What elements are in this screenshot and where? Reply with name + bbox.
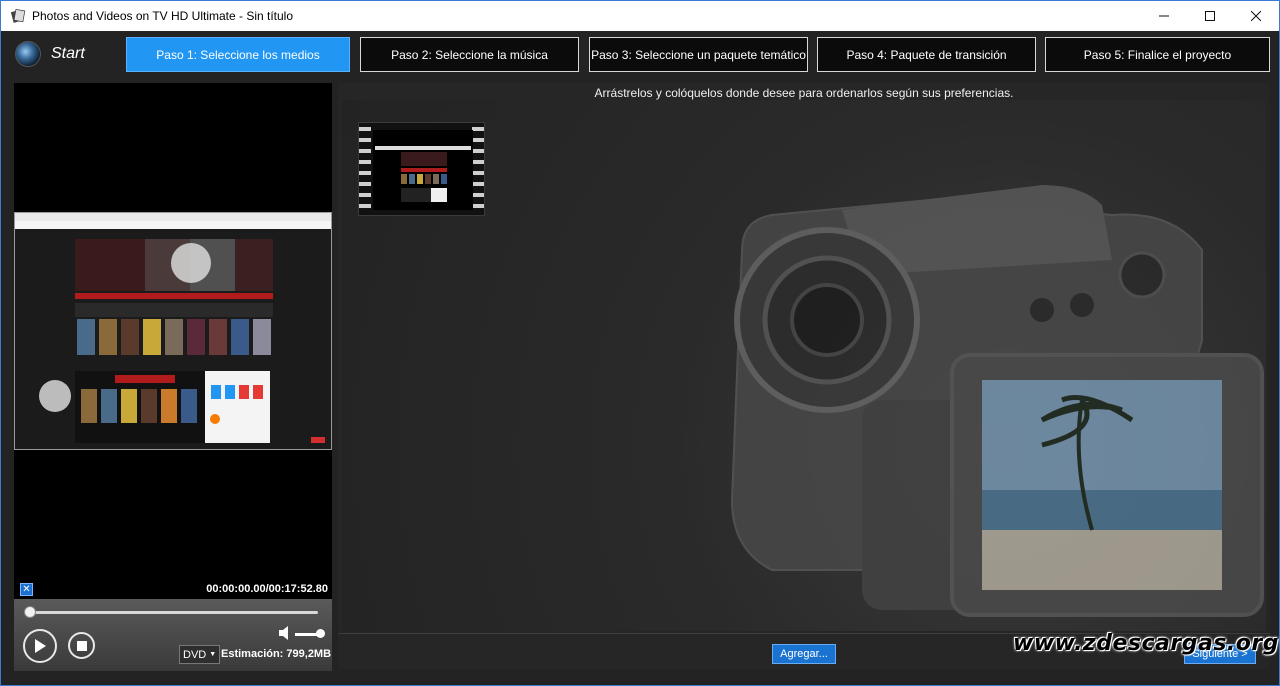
- play-button[interactable]: [23, 629, 57, 663]
- tab-step-4[interactable]: Paso 4: Paquete de transición: [817, 37, 1036, 72]
- chevron-down-icon: ▼: [209, 651, 217, 658]
- close-button[interactable]: [1233, 1, 1279, 31]
- stop-button[interactable]: [68, 632, 95, 659]
- add-media-label: Agregar...: [780, 648, 828, 660]
- title-bar: Photos and Videos on TV HD Ultimate - Si…: [0, 0, 1280, 31]
- volume-thumb[interactable]: [316, 629, 325, 638]
- step-5-label: Paso 5: Finalice el proyecto: [1083, 47, 1232, 62]
- start-logo-icon: [15, 41, 41, 67]
- step-2-label: Paso 2: Seleccione la música: [391, 47, 548, 62]
- fit-screen-icon[interactable]: ✕: [20, 583, 33, 596]
- tab-step-5[interactable]: Paso 5: Finalice el proyecto: [1045, 37, 1270, 72]
- preview-screenshot-image: [15, 213, 331, 449]
- minimize-button[interactable]: [1141, 1, 1187, 31]
- minimize-icon: [1159, 15, 1169, 17]
- size-estimate: Estimación: 799,2MB: [221, 648, 332, 660]
- step-bar: Paso 1: Seleccione los medios Paso 2: Se…: [126, 37, 1279, 73]
- tab-step-1[interactable]: Paso 1: Seleccione los medios: [126, 37, 350, 72]
- media-area: Arrástrelos y colóquelos donde desee par…: [338, 83, 1270, 669]
- tab-step-3[interactable]: Paso 3: Seleccione un paquete temático: [589, 37, 808, 72]
- stop-icon: [76, 640, 87, 651]
- step-1-label: Paso 1: Seleccione los medios: [156, 47, 320, 62]
- window-title: Photos and Videos on TV HD Ultimate - Si…: [32, 9, 294, 23]
- close-icon: [1251, 11, 1261, 21]
- media-drop-zone[interactable]: [342, 100, 1266, 631]
- player-controls: DVD ▼ Estimación: 799,2MB: [14, 599, 332, 671]
- video-preview: [14, 212, 332, 450]
- format-value: DVD: [183, 648, 207, 661]
- preview-panel: ✕ 00:00:00.00/00:17:52.80 DVD ▼ Estimaci…: [14, 83, 332, 671]
- media-thumbnail[interactable]: [358, 122, 485, 216]
- step-3-label: Paso 3: Seleccione un paquete temático: [591, 47, 806, 62]
- tab-step-2[interactable]: Paso 2: Seleccione la música: [360, 37, 579, 72]
- timecode: 00:00:00.00/00:17:52.80: [206, 583, 328, 595]
- step-4-label: Paso 4: Paquete de transición: [846, 47, 1007, 62]
- maximize-button[interactable]: [1187, 1, 1233, 31]
- maximize-icon: [1205, 11, 1215, 21]
- app-frame: Start Paso 1: Seleccione los medios Paso…: [0, 31, 1280, 686]
- play-icon: [35, 639, 46, 653]
- app-icon: [10, 8, 26, 23]
- volume-icon[interactable]: [278, 625, 292, 641]
- seek-thumb[interactable]: [24, 606, 36, 618]
- add-media-button[interactable]: Agregar...: [772, 644, 836, 664]
- drag-hint: Arrástrelos y colóquelos donde desee par…: [594, 86, 1014, 100]
- film-strip-left: [359, 123, 371, 215]
- seek-bar[interactable]: [28, 611, 318, 614]
- thumbnail-image: [373, 130, 473, 210]
- format-dropdown[interactable]: DVD ▼: [179, 645, 221, 664]
- start-button[interactable]: Start: [15, 41, 85, 67]
- film-strip-right: [472, 123, 484, 215]
- start-label: Start: [51, 45, 85, 62]
- watermark-text: www.zdescargas.org: [1013, 631, 1279, 656]
